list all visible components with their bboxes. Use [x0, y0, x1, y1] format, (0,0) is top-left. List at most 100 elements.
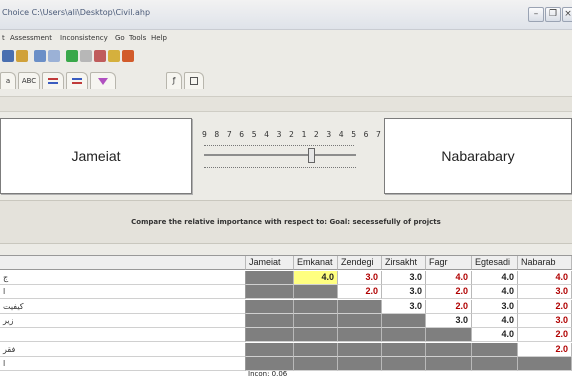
matrix-cell[interactable]	[382, 342, 426, 357]
matrix-cell[interactable]	[472, 342, 518, 357]
menu-assessment[interactable]: Assessment	[10, 34, 52, 42]
matrix-cell[interactable]	[382, 328, 426, 343]
matrix-cell[interactable]	[246, 328, 294, 343]
matrix-cell[interactable]: 3.0	[426, 313, 472, 328]
column-header[interactable]: Nabarab	[518, 256, 572, 270]
matrix-cell[interactable]: 2.0	[518, 328, 572, 343]
matrix-cell[interactable]	[338, 356, 382, 371]
matrix-cell[interactable]: 4.0	[472, 271, 518, 285]
matrix-cell[interactable]	[246, 313, 294, 328]
menu-help[interactable]: Help	[151, 34, 167, 42]
edit-icon[interactable]	[16, 50, 28, 62]
matrix-cell[interactable]: 4.0	[426, 271, 472, 285]
print-icon[interactable]	[34, 50, 46, 62]
matrix-cell[interactable]	[246, 299, 294, 314]
matrix-cell[interactable]	[294, 356, 338, 371]
matrix-cell[interactable]: 3.0	[382, 299, 426, 314]
undo-icon[interactable]	[122, 50, 134, 62]
row-label[interactable]: ا	[0, 285, 246, 300]
maximize-button[interactable]: ❐	[545, 7, 561, 22]
matrix-cell[interactable]	[518, 356, 572, 371]
matrix-cell[interactable]: 4.0	[472, 285, 518, 300]
matrix-cell[interactable]	[426, 356, 472, 371]
row-label[interactable]: کیفیت	[0, 299, 246, 314]
matrix-cell[interactable]	[382, 356, 426, 371]
matrix-cell[interactable]: 4.0	[518, 271, 572, 285]
goal-icon[interactable]	[108, 50, 120, 62]
matrix-cell[interactable]	[246, 271, 294, 285]
comparison-slider-track[interactable]	[204, 154, 356, 156]
matrix-cell[interactable]	[246, 356, 294, 371]
column-header[interactable]: Fagr	[426, 256, 472, 270]
comparison-matrix: Jameiat Emkanat Zendegi Zirsakht Fagr Eg…	[0, 255, 572, 381]
column-header[interactable]: Zendegi	[338, 256, 382, 270]
funnel-icon	[98, 78, 108, 85]
matrix-cell[interactable]	[472, 356, 518, 371]
save-icon[interactable]	[2, 50, 14, 62]
column-header[interactable]: Zirsakht	[382, 256, 426, 270]
menu-bar: t Assessment Inconsistency Go Tools Help	[0, 30, 572, 46]
row-label[interactable]: ج	[0, 271, 246, 285]
matrix-cell[interactable]	[426, 328, 472, 343]
title-bar: Choice C:\Users\ali\Desktop\Civil.ahp – …	[0, 0, 572, 30]
column-header[interactable]: Jameiat	[246, 256, 294, 270]
tab-formula[interactable]: ƒ	[166, 72, 182, 89]
preview-icon[interactable]	[48, 50, 60, 62]
left-node-box[interactable]: Jameiat	[0, 118, 192, 194]
matrix-cell[interactable]	[338, 313, 382, 328]
matrix-cell[interactable]	[246, 342, 294, 357]
tab-numeric[interactable]: a	[0, 72, 16, 89]
matrix-cell[interactable]: 2.0	[426, 285, 472, 300]
matrix-cell[interactable]: 2.0	[518, 299, 572, 314]
matrix-cell[interactable]: 3.0	[382, 271, 426, 285]
minimize-button[interactable]: –	[528, 7, 544, 22]
row-label[interactable]: ا	[0, 356, 246, 371]
matrix-cell[interactable]	[294, 313, 338, 328]
close-button[interactable]: ×	[562, 7, 572, 22]
tab-filter[interactable]	[90, 72, 116, 89]
matrix-cell[interactable]	[294, 342, 338, 357]
matrix-cell[interactable]: 2.0	[338, 285, 382, 300]
matrix-cell[interactable]: 2.0	[426, 299, 472, 314]
matrix-cell[interactable]: 3.0	[518, 285, 572, 300]
menu-tools[interactable]: Tools	[129, 34, 146, 42]
comparison-panel: Jameiat 9 8 7 6 5 4 3 2 1 2 3 4 5 6 7 8 …	[0, 114, 572, 196]
sensitivity-icon[interactable]	[80, 50, 92, 62]
matrix-cell[interactable]	[294, 285, 338, 300]
row-label[interactable]	[0, 328, 246, 343]
matrix-cell[interactable]: 3.0	[518, 313, 572, 328]
formula-icon: ƒ	[172, 76, 176, 85]
matrix-cell[interactable]	[246, 285, 294, 300]
column-header[interactable]: Egtesadi	[472, 256, 518, 270]
right-node-box[interactable]: Nabarabary	[384, 118, 572, 194]
matrix-cell[interactable]	[294, 299, 338, 314]
matrix-cell[interactable]: 2.0	[518, 342, 572, 357]
matrix-cell[interactable]: 3.0	[472, 299, 518, 314]
menu-go[interactable]: Go	[115, 34, 125, 42]
comparison-slider-thumb[interactable]	[308, 148, 315, 163]
matrix-cell[interactable]	[382, 313, 426, 328]
scale-dots	[204, 145, 354, 147]
tab-graphical[interactable]	[42, 72, 64, 89]
node-icon[interactable]	[94, 50, 106, 62]
matrix-cell[interactable]	[338, 328, 382, 343]
model-icon[interactable]	[66, 50, 78, 62]
tab-spacer	[118, 72, 164, 89]
menu-inconsistency[interactable]: Inconsistency	[60, 34, 108, 42]
matrix-cell[interactable]: 4.0	[472, 313, 518, 328]
matrix-cell[interactable]: 3.0	[338, 271, 382, 285]
menu-edit[interactable]: t	[2, 34, 5, 42]
tab-verbal[interactable]: ABC	[18, 72, 40, 89]
matrix-cell[interactable]	[294, 328, 338, 343]
column-header[interactable]: Emkanat	[294, 256, 338, 270]
row-label[interactable]: زیر	[0, 313, 246, 328]
tab-matrix[interactable]	[184, 72, 204, 89]
matrix-cell[interactable]	[338, 299, 382, 314]
row-label[interactable]: فقر	[0, 342, 246, 357]
matrix-cell[interactable]	[426, 342, 472, 357]
matrix-cell[interactable]	[338, 342, 382, 357]
matrix-cell[interactable]: 4.0	[294, 271, 338, 285]
matrix-cell[interactable]: 4.0	[472, 328, 518, 343]
tab-questionnaire[interactable]	[66, 72, 88, 89]
matrix-cell[interactable]: 3.0	[382, 285, 426, 300]
